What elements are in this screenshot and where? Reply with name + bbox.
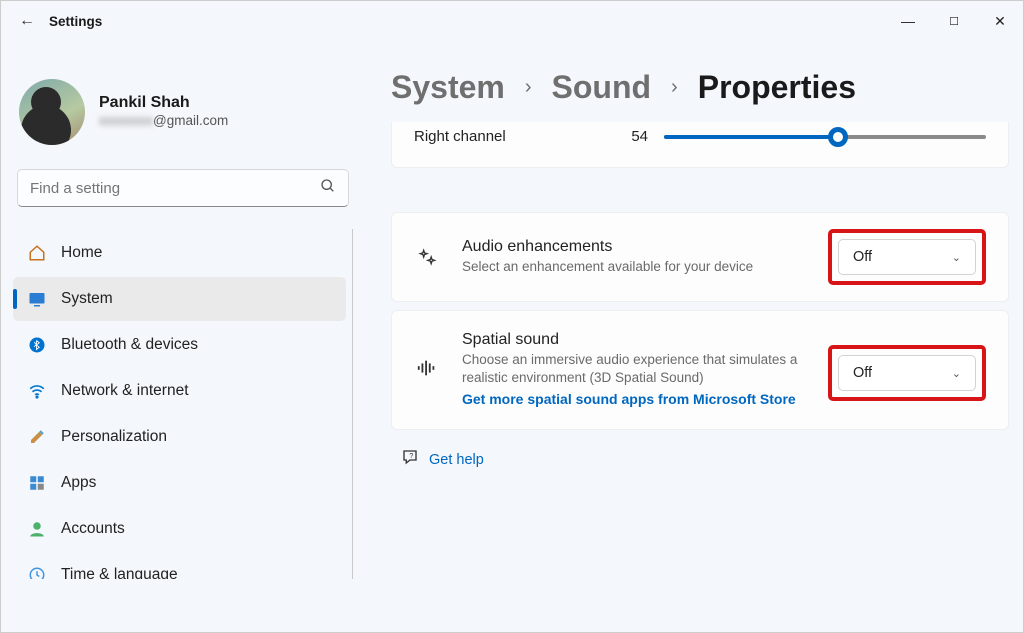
- breadcrumb-system[interactable]: System: [391, 69, 505, 106]
- clock-icon: [27, 565, 47, 579]
- get-help-label: Get help: [429, 452, 484, 468]
- sidebar-item-network[interactable]: Network & internet: [13, 369, 346, 413]
- system-icon: [27, 289, 47, 309]
- right-channel-card: Right channel 54: [391, 122, 1009, 168]
- audio-enh-subtitle: Select an enhancement available for your…: [462, 258, 802, 276]
- spatial-store-link[interactable]: Get more spatial sound apps from Microso…: [462, 391, 796, 407]
- sidebar: Pankil Shah xxxxxxxx@gmail.com Home Syst…: [13, 73, 353, 579]
- sidebar-item-system[interactable]: System: [13, 277, 346, 321]
- audio-enh-dropdown[interactable]: Off ⌄: [838, 239, 976, 275]
- sidebar-item-personalization[interactable]: Personalization: [13, 415, 346, 459]
- dropdown-value: Off: [853, 249, 872, 265]
- sidebar-item-label: Home: [61, 244, 102, 262]
- maximize-button[interactable]: ☐: [931, 4, 977, 38]
- avatar: [19, 79, 85, 145]
- app-title: Settings: [49, 14, 102, 29]
- audio-enh-title: Audio enhancements: [462, 238, 806, 256]
- main-content: System › Sound › Properties Right channe…: [391, 69, 1009, 632]
- bluetooth-icon: [27, 335, 47, 355]
- sidebar-item-label: Network & internet: [61, 382, 189, 400]
- chevron-right-icon: ›: [671, 76, 678, 99]
- chevron-down-icon: ⌄: [952, 251, 961, 264]
- search-input-wrap[interactable]: [17, 169, 349, 207]
- dropdown-value: Off: [853, 365, 872, 381]
- nav-list: Home System Bluetooth & devices Network …: [13, 229, 353, 579]
- search-icon: [320, 178, 336, 198]
- highlight-annotation: Off ⌄: [828, 345, 986, 401]
- paintbrush-icon: [27, 427, 47, 447]
- sparkle-icon: [414, 247, 440, 267]
- highlight-annotation: Off ⌄: [828, 229, 986, 285]
- svg-text:?: ?: [409, 451, 413, 460]
- sidebar-item-label: Bluetooth & devices: [61, 336, 198, 354]
- search-input[interactable]: [30, 180, 320, 197]
- home-icon: [27, 243, 47, 263]
- sidebar-item-label: Apps: [61, 474, 96, 492]
- chevron-right-icon: ›: [525, 76, 532, 99]
- sidebar-item-label: Personalization: [61, 428, 167, 446]
- close-button[interactable]: ✕: [977, 4, 1023, 38]
- sidebar-item-label: System: [61, 290, 113, 308]
- profile-block[interactable]: Pankil Shah xxxxxxxx@gmail.com: [13, 73, 353, 169]
- right-channel-value: 54: [614, 128, 648, 145]
- accounts-icon: [27, 519, 47, 539]
- titlebar: ← Settings — ☐ ✕: [1, 1, 1023, 41]
- help-icon: ?: [401, 448, 419, 471]
- spatial-sound-card: Spatial sound Choose an immersive audio …: [391, 310, 1009, 430]
- spatial-dropdown[interactable]: Off ⌄: [838, 355, 976, 391]
- right-channel-slider[interactable]: [664, 135, 986, 139]
- profile-email-prefix: xxxxxxxx: [99, 113, 153, 128]
- spatial-title: Spatial sound: [462, 331, 806, 349]
- right-channel-label: Right channel: [414, 128, 594, 145]
- sidebar-item-bluetooth[interactable]: Bluetooth & devices: [13, 323, 346, 367]
- chevron-down-icon: ⌄: [952, 367, 961, 380]
- get-help-link[interactable]: ? Get help: [391, 448, 1009, 471]
- back-button[interactable]: ←: [19, 12, 35, 30]
- audio-enhancements-card: Audio enhancements Select an enhancement…: [391, 212, 1009, 302]
- breadcrumb-sound[interactable]: Sound: [552, 69, 652, 106]
- breadcrumb: System › Sound › Properties: [391, 69, 1009, 106]
- apps-icon: [27, 473, 47, 493]
- breadcrumb-current: Properties: [698, 69, 856, 106]
- waveform-icon: [414, 357, 440, 379]
- minimize-button[interactable]: —: [885, 4, 931, 38]
- sidebar-item-home[interactable]: Home: [13, 231, 346, 275]
- sidebar-item-accounts[interactable]: Accounts: [13, 507, 346, 551]
- profile-name: Pankil Shah: [99, 94, 228, 112]
- sidebar-item-time[interactable]: Time & language: [13, 553, 346, 579]
- sidebar-item-label: Accounts: [61, 520, 125, 538]
- wifi-icon: [27, 381, 47, 401]
- spatial-subtitle: Choose an immersive audio experience tha…: [462, 351, 802, 387]
- profile-email-suffix: @gmail.com: [153, 113, 228, 128]
- sidebar-item-label: Time & language: [61, 566, 178, 579]
- sidebar-item-apps[interactable]: Apps: [13, 461, 346, 505]
